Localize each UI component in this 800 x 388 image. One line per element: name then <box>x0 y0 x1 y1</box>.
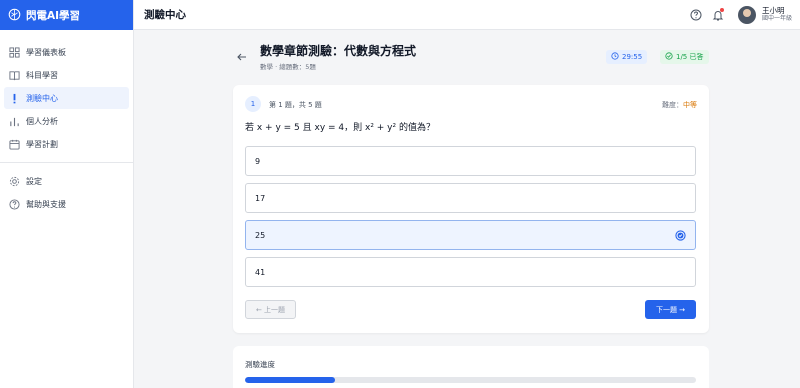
calendar-icon <box>8 138 20 150</box>
bell-icon[interactable] <box>710 7 726 23</box>
answer-options: 9 17 25 41 <box>245 146 696 294</box>
answered-count: 1/5 已答 <box>676 53 704 61</box>
topbar: 測驗中心 王小明 國中一年級 <box>134 0 800 30</box>
sidebar-item-help[interactable]: 幫助與支援 <box>4 193 129 215</box>
question-number-badge: 1 <box>245 96 261 112</box>
check-circle-icon <box>665 52 673 62</box>
notification-dot <box>719 8 724 12</box>
sidebar-item-settings[interactable]: 設定 <box>4 170 129 192</box>
timer-value: 29:55 <box>622 53 643 61</box>
sidebar-item-label: 學習儀表板 <box>26 47 66 57</box>
exclamation-icon <box>8 92 20 104</box>
gear-icon <box>8 175 20 187</box>
question-text: 若 x + y = 5 且 xy = 4，則 x² + y² 的值為？ <box>245 123 435 133</box>
avatar[interactable] <box>737 6 756 24</box>
option-label: 17 <box>255 193 266 203</box>
option-label: 9 <box>255 156 261 166</box>
app-name: 閃電AI學習 <box>26 9 81 22</box>
option-label: 41 <box>255 267 266 277</box>
bar-chart-icon <box>8 115 20 127</box>
dashboard-icon <box>8 46 20 58</box>
sidebar-item-label: 測驗中心 <box>26 93 58 103</box>
user-info[interactable]: 王小明 國中一年級 <box>762 7 792 23</box>
brain-logo-icon <box>8 6 21 25</box>
progress-label: 測驗進度 <box>245 360 275 369</box>
option-label: 25 <box>255 230 266 240</box>
help-icon <box>8 198 20 210</box>
sidebar-nav: 學習儀表板 科目學習 測驗中心 個人分析 學習計劃 設定 幫助與支援 <box>0 30 133 215</box>
prev-question-button[interactable]: ← 上一題 <box>245 300 296 319</box>
sidebar-item-label: 個人分析 <box>26 116 58 126</box>
timer-badge: 29:55 <box>606 50 648 64</box>
question-card: 1 第 1 題，共 5 題 難度：中等 若 x + y = 5 且 xy = 4… <box>233 85 709 333</box>
sidebar-item-analytics[interactable]: 個人分析 <box>4 110 129 132</box>
difficulty-label: 難度： <box>662 101 683 109</box>
answer-option-selected[interactable]: 25 <box>245 220 696 250</box>
help-icon[interactable] <box>688 7 704 23</box>
quiz-subtitle: 數學 · 總題數：5題 <box>260 63 316 71</box>
back-arrow-icon[interactable] <box>236 51 248 63</box>
difficulty: 難度：中等 <box>662 100 697 110</box>
sidebar-divider <box>0 162 133 163</box>
progress-bar-fill <box>245 377 336 383</box>
brand-header[interactable]: 閃電AI學習 <box>0 0 133 30</box>
check-circle-icon <box>675 230 686 241</box>
book-icon <box>8 69 20 81</box>
sidebar-item-plan[interactable]: 學習計劃 <box>4 133 129 155</box>
answer-option[interactable]: 17 <box>245 183 696 213</box>
question-progress: 第 1 題，共 5 題 <box>269 101 322 109</box>
sidebar-item-label: 幫助與支援 <box>26 199 66 209</box>
sidebar-item-quiz-center[interactable]: 測驗中心 <box>4 87 129 109</box>
sidebar: 閃電AI學習 學習儀表板 科目學習 測驗中心 個人分析 學習計劃 設定 幫助與支… <box>0 0 134 388</box>
progress-bar <box>245 377 696 383</box>
next-question-button[interactable]: 下一題 → <box>645 300 696 319</box>
sidebar-item-dashboard[interactable]: 學習儀表板 <box>4 41 129 63</box>
page-title: 測驗中心 <box>144 9 186 21</box>
answer-option[interactable]: 9 <box>245 146 696 176</box>
sidebar-item-label: 學習計劃 <box>26 139 58 149</box>
answered-badge: 1/5 已答 <box>660 50 709 64</box>
user-grade: 國中一年級 <box>761 14 792 22</box>
clock-icon <box>611 52 619 62</box>
sidebar-item-subjects[interactable]: 科目學習 <box>4 64 129 86</box>
topbar-actions: 王小明 國中一年級 <box>688 0 792 30</box>
progress-card: 測驗進度 <box>233 346 709 388</box>
quiz-header: 數學章節測驗：代數與方程式 數學 · 總題數：5題 29:55 1/5 已答 <box>232 40 710 74</box>
sidebar-item-label: 科目學習 <box>26 70 58 80</box>
difficulty-value: 中等 <box>683 101 697 109</box>
sidebar-item-label: 設定 <box>26 176 42 186</box>
answer-option[interactable]: 41 <box>245 257 696 287</box>
quiz-title: 數學章節測驗：代數與方程式 <box>260 44 417 58</box>
